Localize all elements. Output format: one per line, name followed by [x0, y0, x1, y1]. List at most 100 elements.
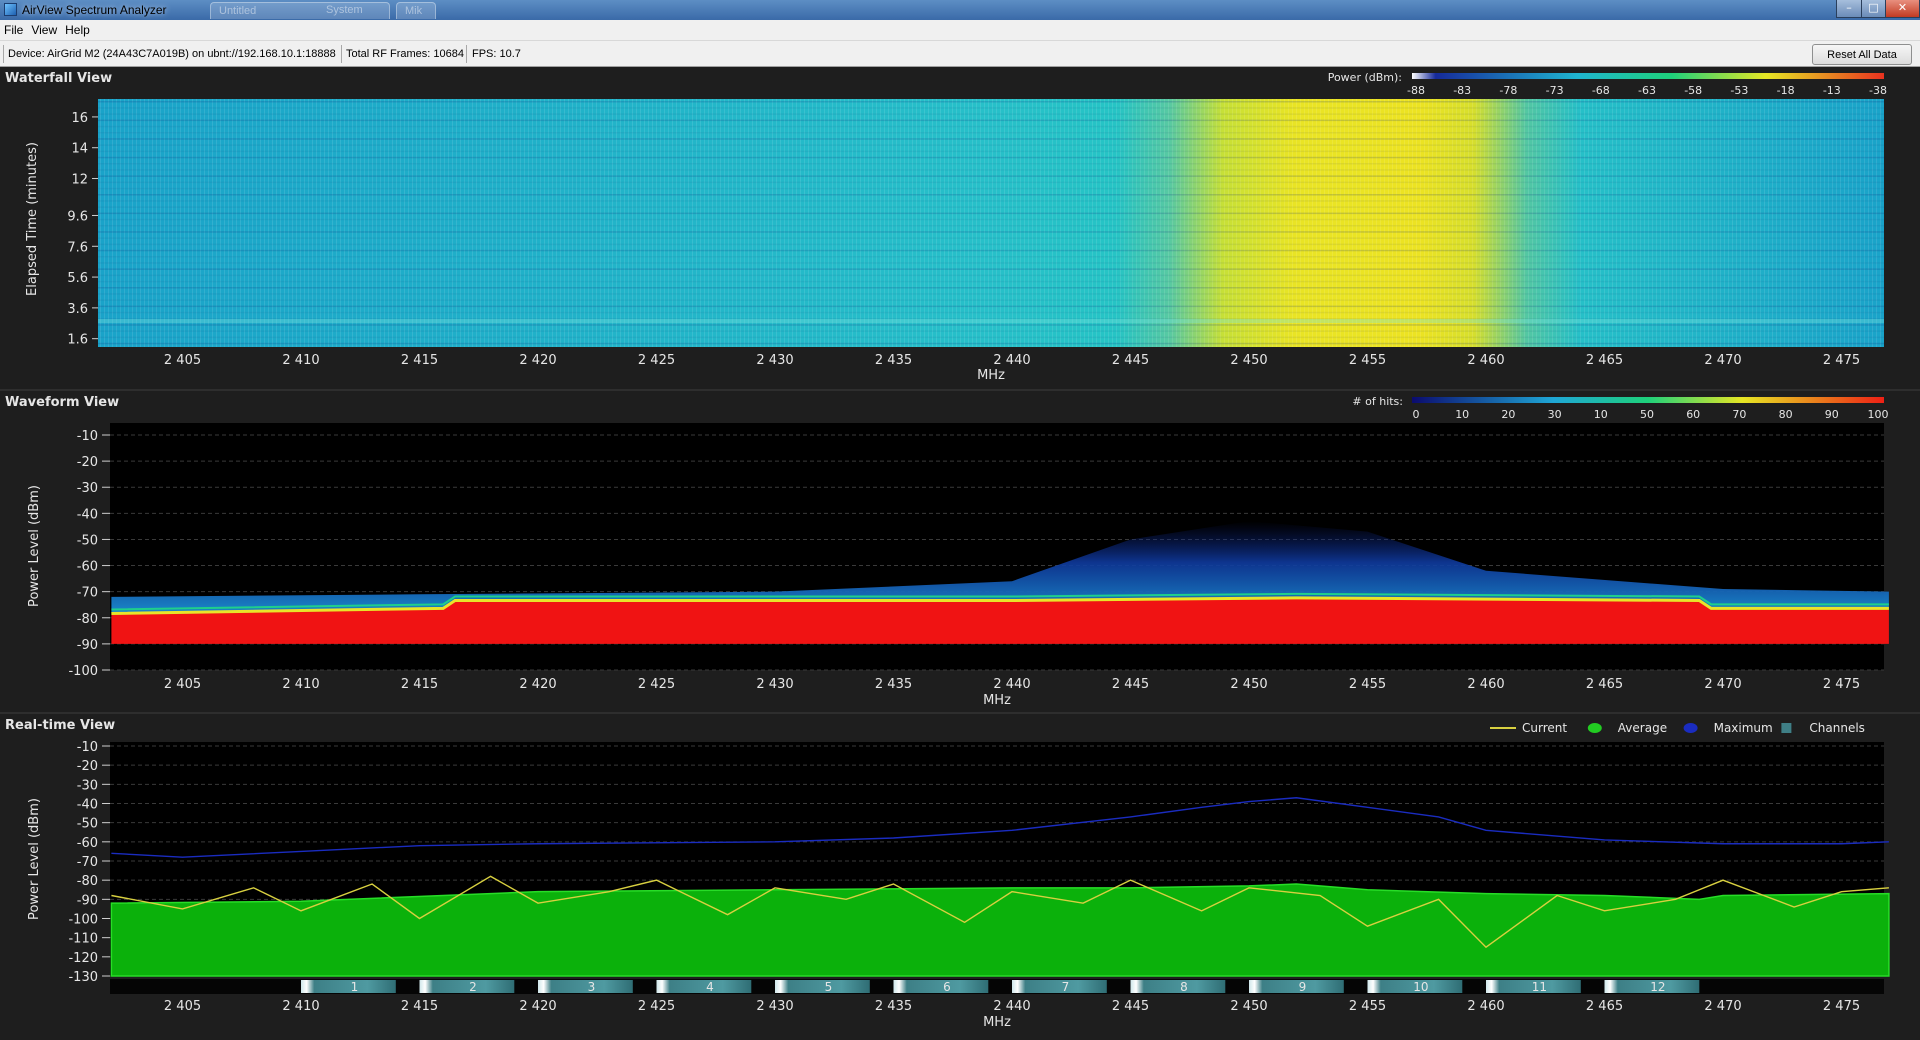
x-tick-label: 2 420 — [519, 353, 556, 368]
realtime-legend: Current Average Maximum Channels — [1490, 721, 1865, 735]
channel-bar — [538, 980, 633, 993]
x-tick-label: 2 465 — [1586, 353, 1623, 368]
realtime-x-label: MHz — [983, 1015, 1011, 1030]
x-tick-label: 2 410 — [282, 677, 319, 692]
window-titlebar: AirView Spectrum Analyzer Untitled Syste… — [0, 0, 1920, 20]
waterfall-row — [98, 249, 1884, 252]
legend-label: Average — [1618, 721, 1667, 735]
waterfall-row — [98, 342, 1884, 345]
y-tick-label: -50 — [77, 817, 98, 832]
spectrum-charts: Waterfall View Power (dBm): -88 -83 -78 -73… — [0, 71, 1920, 1030]
realtime-x-ticks: 2 405 2 410 2 415 2 420 2 425 2 430 2 435 2 440… — [164, 999, 1860, 1014]
analyzer-views: Waterfall View Power (dBm): -88 -83 -78 -73… — [0, 67, 1920, 1040]
legend-swatch — [1587, 723, 1602, 733]
y-tick-label: -10 — [77, 429, 98, 444]
x-tick-label: 2 450 — [1230, 353, 1267, 368]
waterfall-row — [98, 330, 1884, 332]
waterfall-row — [98, 187, 1884, 190]
waveform-colorbar-ticks: 0 10 20 30 10 50 60 70 80 90 100 — [1413, 408, 1889, 421]
channel-label: 8 — [1180, 980, 1188, 994]
panel-divider — [0, 712, 1920, 714]
legend-swatch — [1781, 723, 1792, 733]
y-tick-label: -80 — [77, 874, 98, 889]
waterfall-row — [98, 274, 1884, 277]
x-tick-label: 2 405 — [164, 677, 201, 692]
x-tick-label: 2 405 — [164, 999, 201, 1014]
x-tick-label: 2 470 — [1704, 677, 1741, 692]
colorbar-tick-label: 80 — [1779, 408, 1793, 421]
x-tick-label: 2 445 — [1112, 353, 1149, 368]
x-tick-label: 2 420 — [519, 999, 556, 1014]
channel-label: 11 — [1532, 980, 1547, 994]
colorbar-tick-label: 50 — [1640, 408, 1654, 421]
waveform-y-ticks: -10 -20 -30 -40 -50 -60 -70 -80 -90 -100 — [68, 429, 110, 679]
waterfall-row — [98, 237, 1884, 239]
colorbar-tick-label: 20 — [1501, 408, 1515, 421]
waterfall-row — [98, 336, 1884, 339]
channel-label: 2 — [469, 980, 477, 994]
separator — [341, 45, 342, 63]
y-tick-label: -20 — [77, 759, 98, 774]
waterfall-x-label: MHz — [977, 368, 1005, 383]
fps-readout: FPS: 10.7 — [472, 48, 521, 60]
colorbar-tick-label: -78 — [1499, 84, 1517, 97]
x-tick-label: 2 470 — [1704, 999, 1741, 1014]
waterfall-colorbar-ticks: -88 -83 -78 -73 -68 -63 -58 -53 -18 -13 -38 — [1407, 84, 1887, 97]
waterfall-row — [98, 218, 1884, 221]
waterfall-texture — [98, 99, 1884, 347]
x-tick-label: 2 445 — [1112, 677, 1149, 692]
x-tick-label: 2 465 — [1586, 677, 1623, 692]
waterfall-row — [98, 138, 1884, 140]
colorbar-tick-label: 0 — [1413, 408, 1420, 421]
y-tick-label: 16 — [71, 111, 88, 126]
channel-label: 6 — [943, 980, 951, 994]
device-info: Device: AirGrid M2 (24A43C7A019B) on ubn… — [8, 48, 336, 60]
channel-bar — [775, 980, 870, 993]
channel-bar — [301, 980, 396, 993]
waterfall-row — [98, 150, 1884, 153]
background-tab[interactable]: Mik — [396, 2, 436, 19]
waterfall-title: Waterfall View — [5, 71, 112, 86]
x-tick-label: 2 475 — [1823, 677, 1860, 692]
channel-label: 1 — [351, 980, 359, 994]
waterfall-row — [98, 311, 1884, 314]
colorbar-tick-label: -68 — [1592, 84, 1610, 97]
menu-view[interactable]: View — [27, 20, 61, 37]
waterfall-row — [98, 268, 1884, 270]
close-button[interactable]: ✕ — [1885, 0, 1920, 18]
x-tick-label: 2 455 — [1349, 677, 1386, 692]
colorbar-tick-label: 10 — [1455, 408, 1469, 421]
x-tick-label: 2 410 — [282, 353, 319, 368]
background-tab[interactable]: System — [318, 2, 398, 19]
menu-file[interactable]: File — [0, 20, 27, 37]
waterfall-colorbar — [1412, 73, 1884, 79]
channel-bar — [893, 980, 989, 993]
channel-bar — [419, 980, 515, 993]
colorbar-tick-label: 60 — [1686, 408, 1700, 421]
waterfall-row — [98, 156, 1884, 159]
minimize-button[interactable]: – — [1836, 0, 1862, 18]
channel-bar — [1130, 980, 1226, 993]
separator — [3, 45, 4, 63]
waterfall-row — [98, 206, 1884, 208]
y-tick-label: -50 — [77, 533, 98, 548]
x-tick-label: 2 435 — [875, 999, 912, 1014]
realtime-y-label: Power Level (dBm) — [27, 798, 42, 920]
maximize-button[interactable]: □ — [1861, 0, 1886, 18]
colorbar-tick-label: -63 — [1638, 84, 1656, 97]
channel-bar — [656, 980, 752, 993]
x-tick-label: 2 460 — [1467, 353, 1504, 368]
colorbar-tick-label: -38 — [1869, 84, 1887, 97]
y-tick-label: -20 — [77, 455, 98, 470]
waterfall-row — [98, 119, 1884, 122]
x-tick-label: 2 455 — [1349, 353, 1386, 368]
menu-help[interactable]: Help — [61, 20, 94, 37]
reset-all-data-button[interactable]: Reset All Data — [1812, 44, 1912, 65]
colorbar-tick-label: -58 — [1684, 84, 1702, 97]
x-tick-label: 2 415 — [401, 999, 438, 1014]
waterfall-row — [98, 299, 1884, 301]
y-tick-label: -110 — [68, 932, 98, 947]
x-tick-label: 2 435 — [875, 353, 912, 368]
waterfall-row — [98, 324, 1884, 326]
y-tick-label: 1.6 — [67, 333, 88, 348]
